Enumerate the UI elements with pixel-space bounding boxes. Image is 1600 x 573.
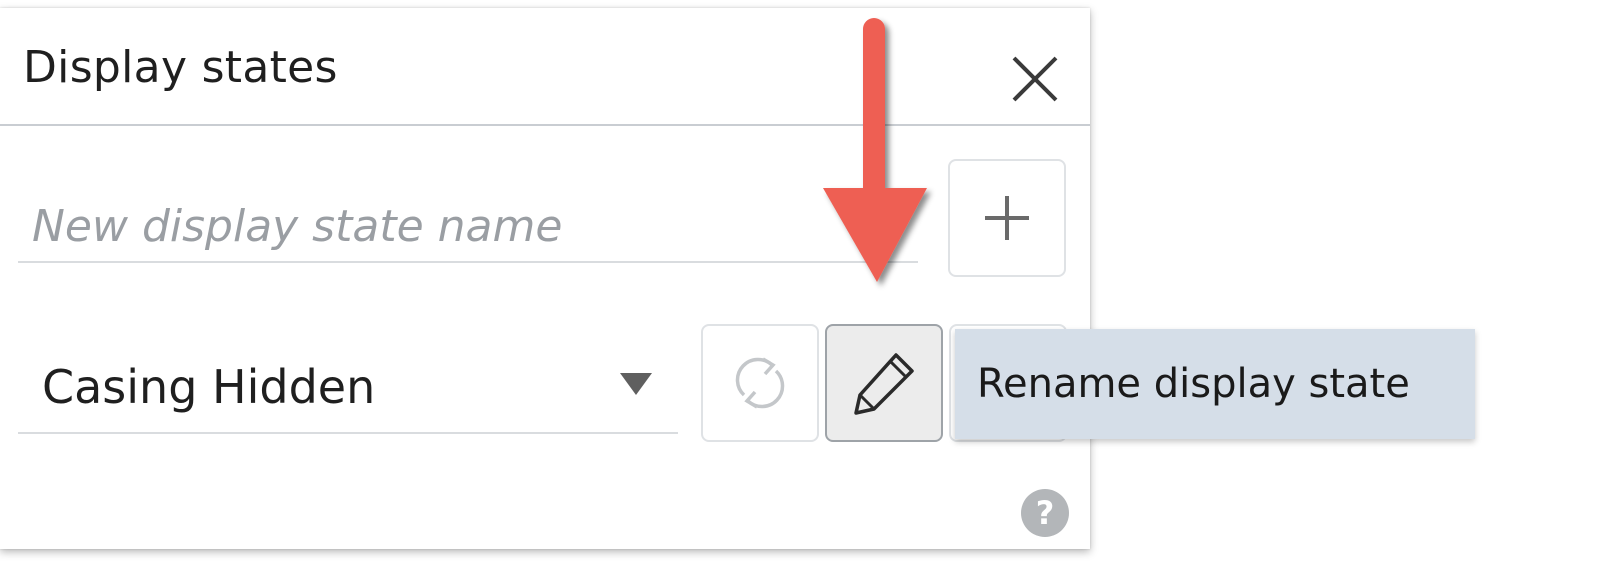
display-states-panel: Display states Casing Hidden: [0, 8, 1475, 549]
svg-text:?: ?: [1036, 494, 1055, 532]
plus-icon: [985, 196, 1029, 240]
panel-title: Display states: [23, 42, 338, 93]
refresh-icon: [735, 357, 785, 409]
add-display-state-button[interactable]: [948, 159, 1066, 277]
header-divider: [0, 124, 1090, 126]
selected-display-state: Casing Hidden: [42, 360, 376, 414]
display-state-select[interactable]: Casing Hidden: [18, 348, 678, 434]
update-display-state-button[interactable]: [701, 324, 819, 442]
pencil-icon: [854, 353, 914, 415]
new-display-state-input[interactable]: [18, 191, 918, 263]
close-icon[interactable]: [1000, 44, 1070, 114]
rename-display-state-button[interactable]: [825, 324, 943, 442]
rename-tooltip: Rename display state: [955, 329, 1475, 439]
caret-down-icon: [620, 373, 652, 395]
help-icon[interactable]: ?: [1019, 487, 1071, 539]
